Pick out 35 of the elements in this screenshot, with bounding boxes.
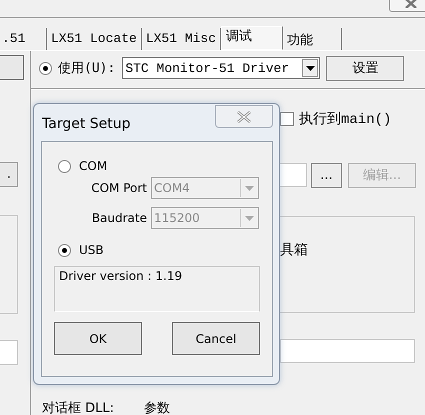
cancel-button[interactable]: Cancel: [172, 322, 260, 355]
driver-dropdown[interactable]: STC Monitor-51 Driver: [122, 57, 320, 79]
settings-button[interactable]: 设置: [326, 56, 404, 80]
tab[interactable]: .51: [0, 28, 47, 50]
baudrate-label: Baudrate: [92, 211, 147, 225]
driver-version-text: Driver version : 1.19: [54, 266, 260, 312]
close-button[interactable]: [215, 105, 273, 128]
input-field[interactable]: [280, 339, 415, 363]
params-label: 参数: [144, 400, 170, 415]
ok-button[interactable]: OK: [54, 322, 142, 355]
com-label: COM: [79, 159, 108, 173]
close-icon: [236, 110, 252, 122]
input-field[interactable]: [0, 340, 18, 365]
run-to-main-label: 执行到main(): [299, 110, 392, 128]
radio-button[interactable]: [58, 244, 71, 256]
side-button[interactable]: .: [0, 162, 18, 187]
browse-button[interactable]: ...: [311, 162, 342, 188]
tab[interactable]: 调试: [221, 26, 284, 50]
dialog-title: Target Setup: [42, 116, 131, 132]
use-label: 使用(U):: [58, 60, 116, 77]
dropdown-arrow-icon: [306, 66, 315, 70]
close-icon: [404, 0, 418, 8]
radio-button[interactable]: [39, 62, 52, 74]
tab[interactable]: LX51 Locate: [47, 28, 142, 50]
com-port-label: COM Port: [91, 181, 147, 195]
dialog-dll-label: 对话框 DLL:: [42, 400, 114, 415]
toolbox-label: 具箱: [280, 242, 308, 258]
tab[interactable]: 功能: [283, 28, 342, 50]
side-button[interactable]: [0, 55, 24, 80]
usb-label: USB: [79, 243, 104, 257]
radio-button[interactable]: [58, 160, 71, 172]
dropdown-arrow-icon: [245, 216, 254, 220]
dropdown-arrow-icon: [245, 186, 254, 190]
checkbox[interactable]: [280, 112, 294, 126]
input-field[interactable]: [277, 163, 307, 187]
